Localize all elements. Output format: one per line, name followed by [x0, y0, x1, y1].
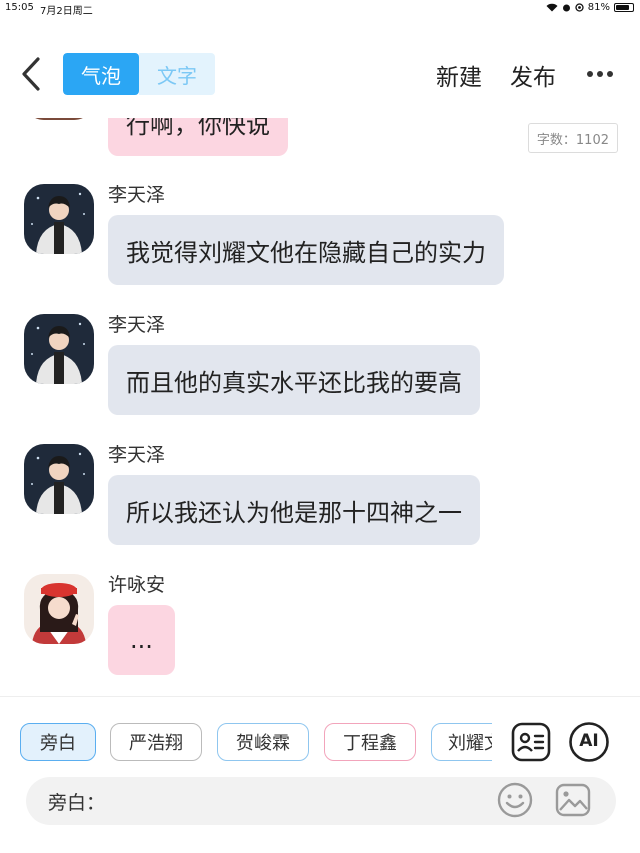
sender-name: 李天泽	[108, 314, 166, 336]
alarm-icon	[562, 4, 570, 12]
status-icons: 81%	[546, 2, 634, 13]
back-icon[interactable]	[18, 56, 44, 92]
new-button[interactable]: 新建	[436, 58, 482, 92]
input-speaker-label: 旁白：	[48, 792, 106, 814]
tab-bubble[interactable]: 气泡	[63, 53, 139, 95]
status-date: 7月2日周二	[40, 6, 93, 17]
view-mode-toggle: 气泡 文字	[63, 53, 215, 95]
compose-toolbar: 旁白 严浩翔 贺峻霖 丁程鑫 刘耀文 AI 旁白：	[0, 696, 640, 853]
message-bubble[interactable]: 行啊，你快说	[108, 118, 288, 156]
character-chip[interactable]: 刘耀文	[431, 723, 492, 761]
emoji-icon[interactable]	[496, 781, 534, 819]
character-chip[interactable]: 严浩翔	[110, 723, 202, 761]
tab-text[interactable]: 文字	[139, 53, 215, 95]
character-chip-narrator[interactable]: 旁白	[20, 723, 96, 761]
word-count-badge: 字数：1102	[527, 123, 618, 153]
battery-percent: 81%	[587, 2, 610, 13]
ai-button[interactable]: AI	[568, 721, 610, 763]
sender-name: 许咏安	[108, 574, 166, 596]
character-chip[interactable]: 贺峻霖	[217, 723, 309, 761]
battery-level	[616, 5, 629, 10]
character-chip-list[interactable]: 旁白 严浩翔 贺峻霖 丁程鑫 刘耀文	[20, 723, 492, 763]
sender-name: 李天泽	[108, 184, 166, 206]
message-bubble[interactable]: ...	[108, 605, 175, 675]
message-bubble[interactable]: 而且他的真实水平还比我的要高	[108, 345, 480, 415]
location-icon	[575, 3, 584, 12]
sender-name: 李天泽	[108, 444, 166, 466]
character-card-icon[interactable]	[510, 721, 552, 763]
battery-icon	[614, 3, 634, 12]
message-input[interactable]: 旁白：	[26, 777, 616, 825]
avatar	[24, 184, 94, 254]
status-time: 15:05	[5, 2, 34, 13]
header: 气泡 文字 新建 发布	[0, 18, 640, 118]
wifi-icon	[546, 3, 558, 12]
avatar	[24, 444, 94, 514]
status-bar: 15:05 7月2日周二 81%	[0, 0, 640, 18]
avatar	[24, 314, 94, 384]
message-bubble[interactable]: 我觉得刘耀文他在隐藏自己的实力	[108, 215, 504, 285]
avatar	[24, 574, 94, 644]
avatar	[24, 118, 94, 120]
image-icon[interactable]	[554, 782, 592, 818]
ai-label: AI	[579, 731, 599, 751]
character-chip[interactable]: 丁程鑫	[324, 723, 416, 761]
publish-button[interactable]: 发布	[510, 58, 556, 92]
message-bubble[interactable]: 所以我还认为他是那十四神之一	[108, 475, 480, 545]
more-icon[interactable]	[586, 70, 614, 78]
chat-area[interactable]: 字数：1102 行啊，你快说 李天泽 我觉得刘耀文他在隐藏自己的实力 李天泽 而…	[0, 118, 640, 696]
